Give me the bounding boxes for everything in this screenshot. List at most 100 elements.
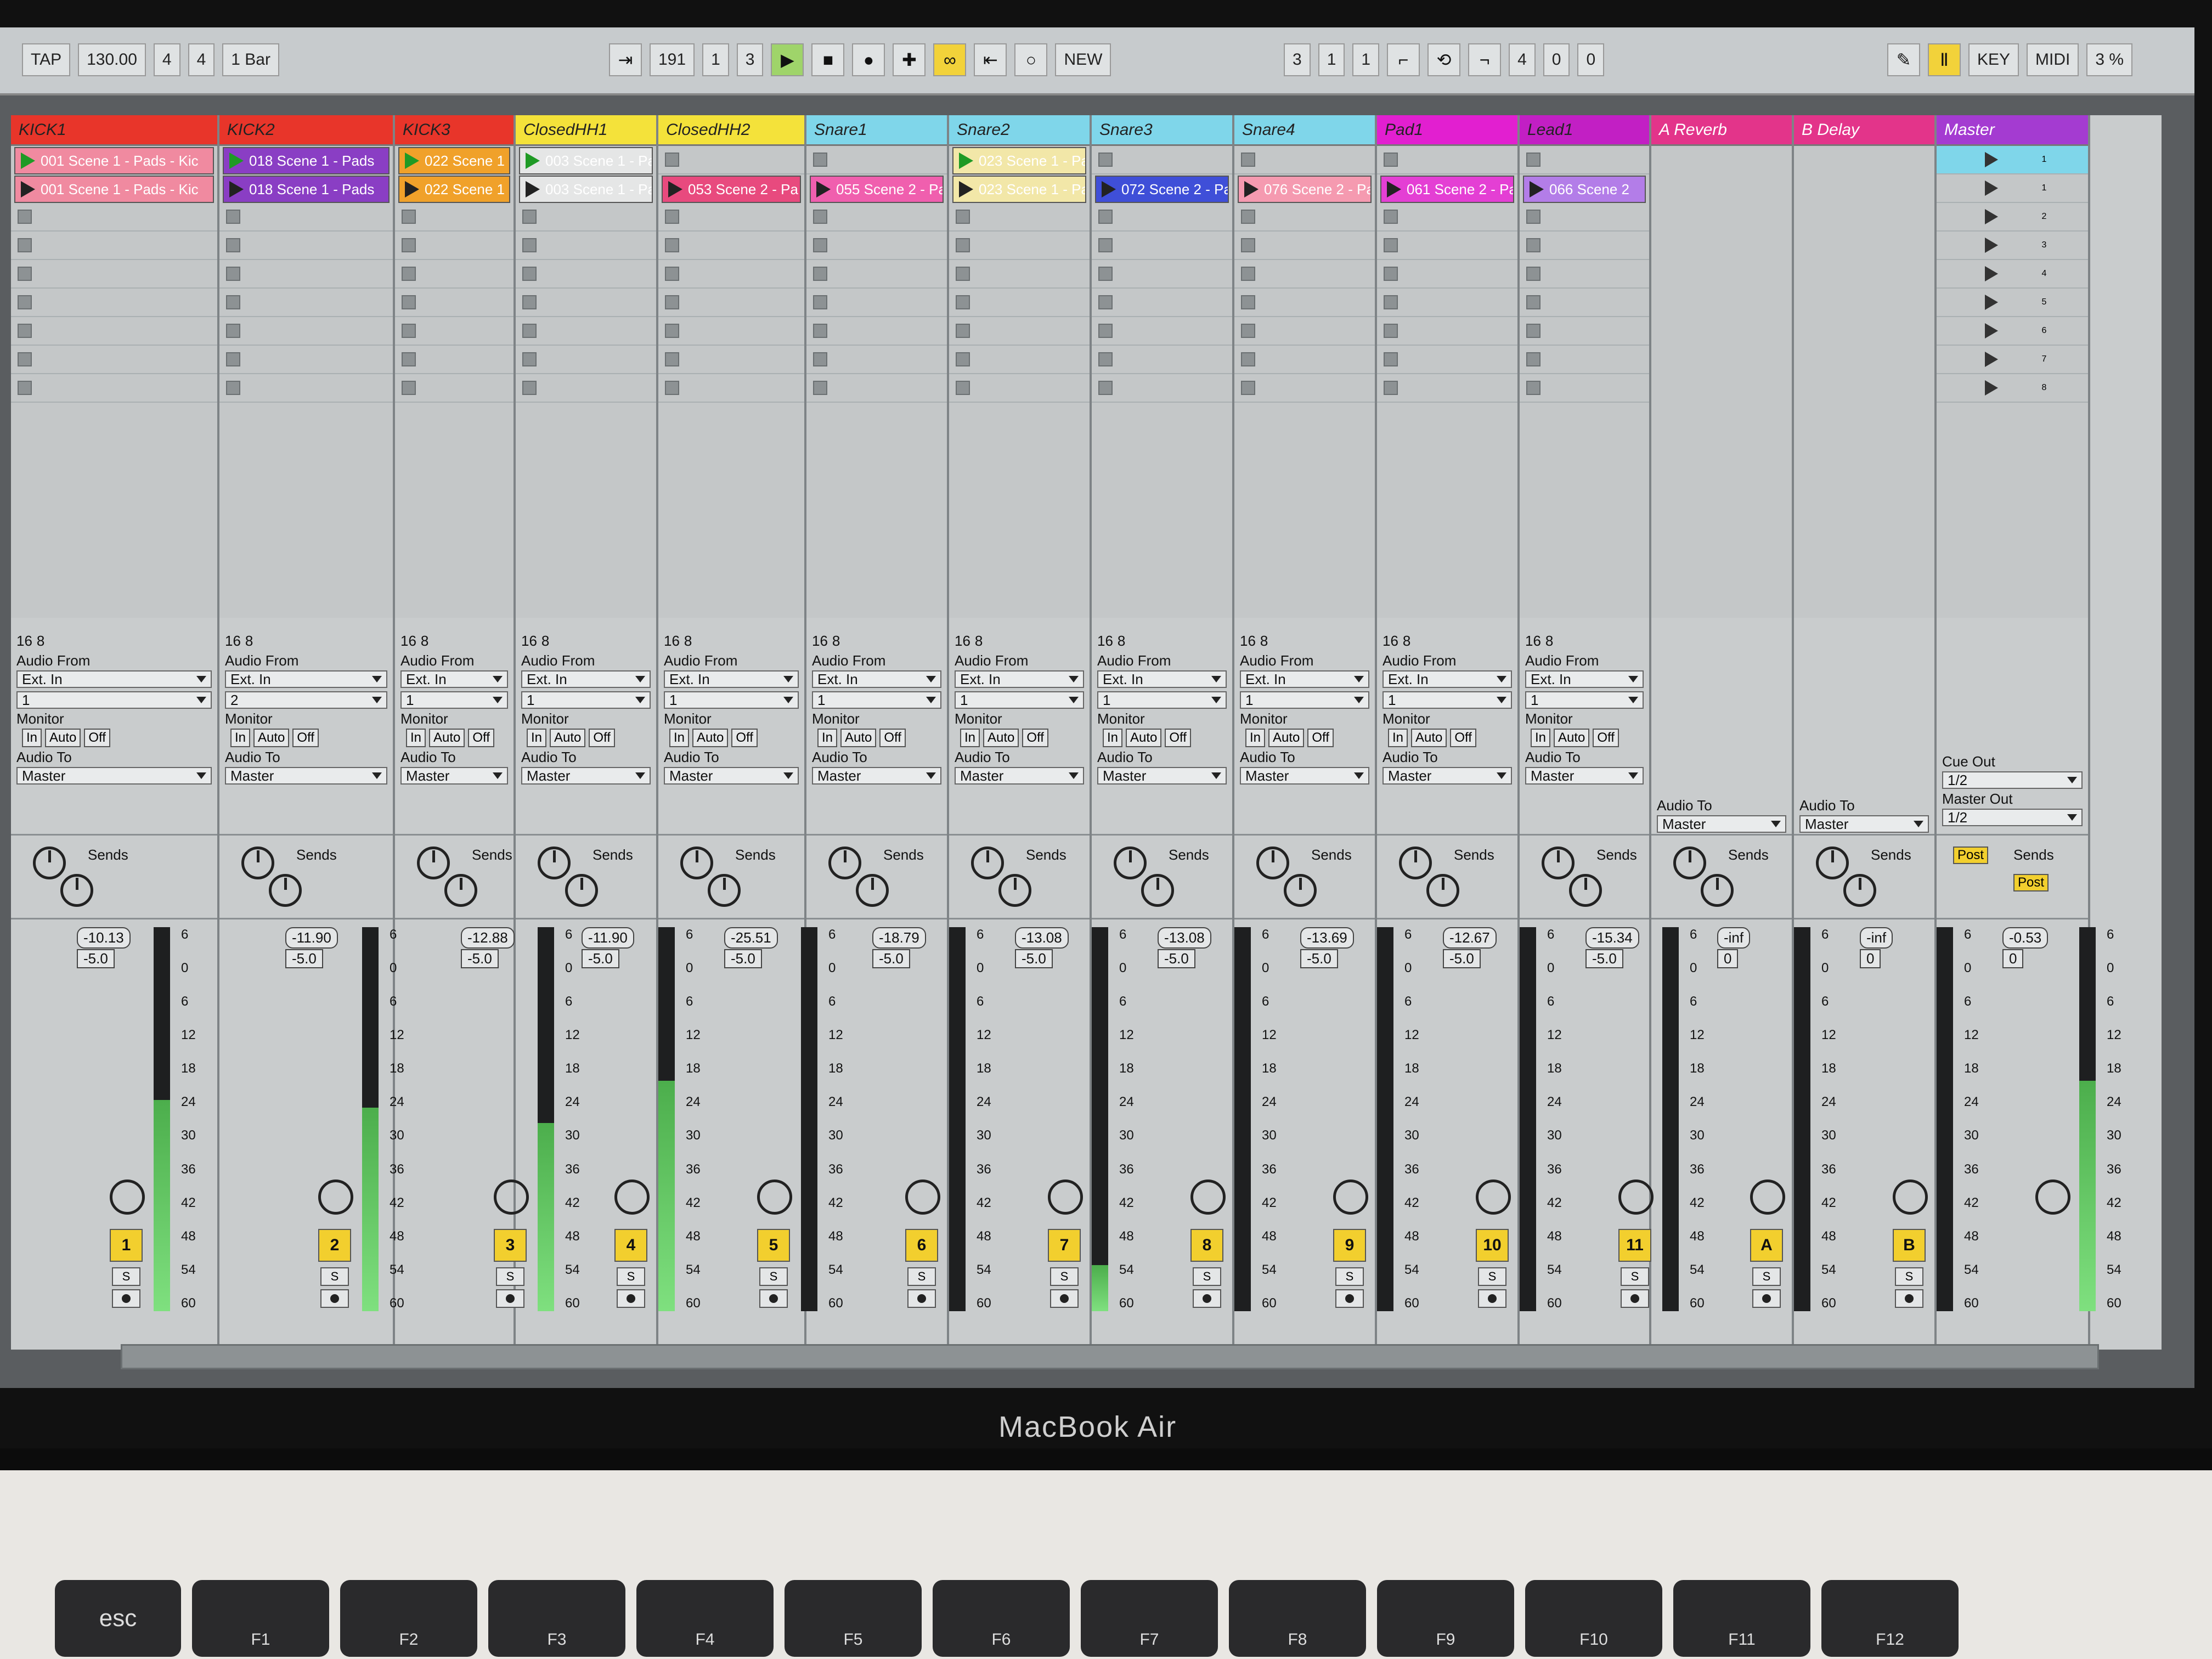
keyboard-key-f10[interactable]: F10 <box>1525 1580 1662 1657</box>
pan-value[interactable]: -5.0 <box>1015 949 1053 968</box>
arm-button[interactable] <box>112 1289 140 1308</box>
scene-launch-row[interactable]: 1 <box>1937 174 2088 203</box>
audio-from-dropdown[interactable]: Ext. In <box>225 670 387 688</box>
clip[interactable]: 053 Scene 2 - Pa <box>662 176 801 203</box>
pan-value[interactable]: 0 <box>1860 949 1881 968</box>
pan-knob[interactable] <box>1190 1180 1226 1215</box>
audio-from-dropdown[interactable]: Ext. In <box>400 670 508 688</box>
clip-slot[interactable] <box>1234 203 1375 232</box>
pan-value[interactable]: -5.0 <box>872 949 910 968</box>
volume-value[interactable]: -13.08 <box>1015 927 1069 949</box>
arm-button[interactable] <box>320 1289 349 1308</box>
solo-button[interactable]: S <box>1895 1267 1923 1286</box>
stop-icon[interactable]: ■ <box>811 43 845 76</box>
scene-launch-icon[interactable] <box>1984 295 1998 310</box>
keyboard-key-f9[interactable]: F9 <box>1377 1580 1514 1657</box>
stop-icon[interactable] <box>665 295 679 309</box>
stop-icon[interactable] <box>1241 267 1255 281</box>
clip-slot[interactable] <box>219 260 393 289</box>
clip[interactable]: 003 Scene 1 - Pa <box>519 176 653 203</box>
keyboard-key-f4[interactable]: F4 <box>636 1580 774 1657</box>
clip-slot[interactable] <box>11 232 217 260</box>
volume-value[interactable]: -11.90 <box>582 927 634 949</box>
clip-slot[interactable] <box>1234 374 1375 403</box>
send-a-knob[interactable] <box>828 847 861 879</box>
solo-button[interactable]: S <box>1621 1267 1649 1286</box>
monitor-auto-button[interactable]: Auto <box>429 729 465 747</box>
volume-value[interactable]: -13.69 <box>1300 927 1354 949</box>
clip-slot[interactable] <box>1377 260 1517 289</box>
clip-slot[interactable] <box>1520 232 1649 260</box>
clip-slot[interactable] <box>516 317 656 346</box>
input-channel-dropdown[interactable]: 2 <box>225 691 387 709</box>
clip-launch-icon[interactable] <box>816 181 831 198</box>
stop-icon[interactable] <box>1526 381 1541 395</box>
clip-slot[interactable] <box>219 317 393 346</box>
monitor-in-button[interactable]: In <box>1103 729 1123 747</box>
solo-button[interactable]: S <box>1335 1267 1364 1286</box>
monitor-in-button[interactable]: In <box>230 729 251 747</box>
stop-icon[interactable] <box>813 352 827 366</box>
stop-icon[interactable] <box>956 324 970 338</box>
scene-launch-icon[interactable] <box>1984 266 1998 281</box>
solo-button[interactable]: S <box>907 1267 936 1286</box>
clip[interactable]: 022 Scene 1 <box>398 176 510 203</box>
clip-slot[interactable] <box>11 317 217 346</box>
clip-launch-icon[interactable] <box>21 153 35 169</box>
send-a-knob[interactable] <box>971 847 1004 879</box>
scene-launch-icon[interactable] <box>1984 323 1998 338</box>
solo-button[interactable]: S <box>320 1267 349 1286</box>
track-header[interactable]: ClosedHH2 <box>658 115 804 146</box>
scene-launch-row[interactable]: 3 <box>1937 232 2088 260</box>
solo-button[interactable]: S <box>1752 1267 1781 1286</box>
volume-value[interactable]: -18.79 <box>872 927 926 949</box>
send-b-knob[interactable] <box>1426 874 1459 907</box>
clip-launch-icon[interactable] <box>229 181 244 198</box>
key-map-button[interactable]: KEY <box>1968 43 2019 76</box>
clip-launch-icon[interactable] <box>21 181 35 198</box>
clip-slot[interactable] <box>1092 346 1232 374</box>
send-b-knob[interactable] <box>1284 874 1317 907</box>
clip-slot[interactable] <box>1520 203 1649 232</box>
stop-icon[interactable] <box>813 210 827 224</box>
stop-icon[interactable] <box>18 238 32 252</box>
track-header[interactable]: Snare3 <box>1092 115 1232 146</box>
clip-slot[interactable] <box>219 346 393 374</box>
clip-slot[interactable] <box>1377 146 1517 174</box>
keyboard-key-f2[interactable]: F2 <box>340 1580 477 1657</box>
send-a-post-button[interactable]: Post <box>1953 847 1989 864</box>
stop-icon[interactable] <box>226 381 240 395</box>
audio-to-dropdown[interactable]: Master <box>1097 767 1227 785</box>
stop-icon[interactable] <box>665 238 679 252</box>
monitor-auto-button[interactable]: Auto <box>45 729 81 747</box>
track-header[interactable]: Snare4 <box>1234 115 1375 146</box>
clip[interactable]: 023 Scene 1 - Pa <box>952 147 1086 174</box>
track-activator-button[interactable]: 9 <box>1333 1229 1366 1262</box>
clip-slot[interactable] <box>658 374 804 403</box>
arm-button[interactable] <box>907 1289 936 1308</box>
pan-knob[interactable] <box>1893 1180 1928 1215</box>
track-activator-button[interactable]: B <box>1893 1229 1926 1262</box>
audio-from-dropdown[interactable]: Ext. In <box>521 670 651 688</box>
audio-to-dropdown[interactable]: Master <box>521 767 651 785</box>
clip-slot[interactable] <box>1520 260 1649 289</box>
stop-icon[interactable] <box>1098 210 1113 224</box>
stop-icon[interactable] <box>226 267 240 281</box>
input-channel-dropdown[interactable]: 1 <box>812 691 941 709</box>
quantize-menu[interactable]: 1 Bar <box>222 43 279 76</box>
play-icon[interactable]: ▶ <box>771 43 804 76</box>
send-a-knob[interactable] <box>417 847 450 879</box>
monitor-in-button[interactable]: In <box>1388 729 1408 747</box>
solo-button[interactable]: S <box>759 1267 788 1286</box>
clip-slot[interactable] <box>516 346 656 374</box>
audio-to-dropdown[interactable]: Master <box>1657 815 1786 833</box>
stop-icon[interactable] <box>1098 352 1113 366</box>
pan-knob[interactable] <box>1750 1180 1785 1215</box>
clip-slot[interactable] <box>806 346 947 374</box>
stop-icon[interactable] <box>18 352 32 366</box>
monitor-auto-button[interactable]: Auto <box>1126 729 1162 747</box>
scene-launch-icon[interactable] <box>1984 352 1998 367</box>
keyboard-key-f5[interactable]: F5 <box>785 1580 922 1657</box>
clip[interactable]: 076 Scene 2 - Pa <box>1238 176 1372 203</box>
volume-value[interactable]: -inf <box>1717 927 1751 949</box>
